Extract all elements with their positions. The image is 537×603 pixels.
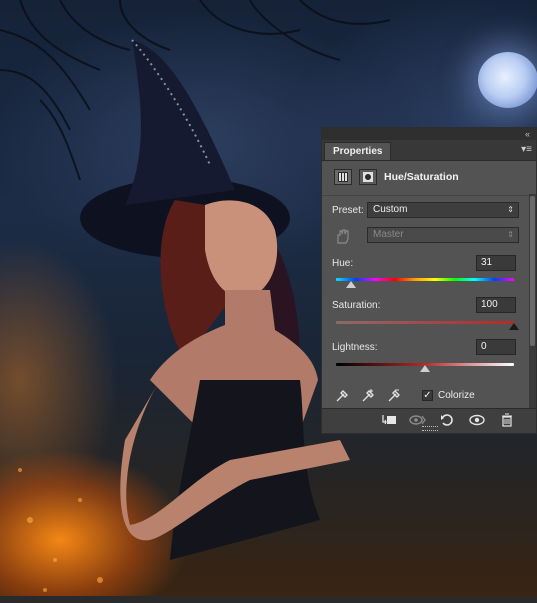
panel-scrollbar[interactable] (529, 194, 536, 410)
hue-slider-track[interactable] (336, 278, 514, 281)
mask-icon (363, 172, 373, 182)
collapse-panel-icon[interactable]: « (525, 128, 530, 140)
visibility-eye-icon (469, 414, 485, 426)
panel-menu-icon[interactable]: ▾≡ (521, 144, 532, 156)
dropdown-arrows-icon: ⇕ (507, 230, 514, 239)
hue-input[interactable]: 31 (476, 255, 516, 271)
dropdown-arrows-icon: ⇕ (507, 205, 514, 214)
layer-mask-button[interactable] (359, 169, 377, 185)
panel-footer (322, 408, 536, 433)
saturation-slider-thumb[interactable] (509, 323, 519, 330)
clip-to-layer-icon (382, 415, 396, 425)
adjustment-title: Hue/Saturation (384, 171, 459, 183)
hue-slider-thumb[interactable] (346, 281, 357, 288)
panel-resize-grip[interactable] (422, 426, 438, 431)
lightness-slider-thumb[interactable] (420, 365, 430, 372)
preset-label: Preset: (332, 205, 364, 216)
reset-button[interactable] (436, 413, 458, 429)
channel-dropdown[interactable]: Master ⇕ (367, 227, 519, 243)
preset-dropdown[interactable]: Custom ⇕ (367, 202, 519, 218)
eyedropper-minus-icon[interactable] (386, 388, 402, 404)
channel-value: Master (373, 229, 404, 240)
panel-title-bar[interactable]: « (322, 128, 536, 140)
saturation-input[interactable]: 100 (476, 297, 516, 313)
colorize-label: Colorize (438, 390, 475, 401)
view-previous-state-icon (409, 415, 426, 425)
visibility-toggle-button[interactable] (466, 413, 488, 429)
delete-adjustment-button[interactable] (496, 413, 518, 429)
saturation-label: Saturation: (332, 300, 381, 311)
moon (478, 52, 537, 108)
lightness-label: Lightness: (332, 342, 378, 353)
clip-to-layer-button[interactable] (378, 413, 400, 429)
adjustment-header: Hue/Saturation (322, 161, 536, 196)
properties-panel: « Properties ▾≡ Hue/Saturation Preset: C… (321, 127, 537, 434)
panel-scrollbar-thumb[interactable] (530, 196, 535, 346)
saturation-slider-track[interactable] (336, 321, 514, 324)
targeted-adjust-hand-icon[interactable] (334, 227, 352, 245)
reset-icon (441, 414, 453, 426)
eyedropper-plus-icon[interactable] (360, 388, 376, 404)
bottom-strip (0, 596, 537, 603)
eyedropper-icon[interactable] (334, 388, 350, 404)
preset-value: Custom (373, 204, 408, 215)
adjustment-layer-button[interactable] (334, 169, 352, 185)
trash-icon (502, 413, 512, 427)
tab-properties[interactable]: Properties (324, 142, 392, 160)
hue-label: Hue: (332, 258, 354, 269)
colorize-checkbox[interactable]: ✓ (422, 390, 433, 401)
witch-hat-cone (125, 40, 235, 205)
adjustment-layer-icon (338, 172, 348, 182)
eyedropper-tools-row: ✓ Colorize (322, 386, 537, 408)
lightness-input[interactable]: 0 (476, 339, 516, 355)
panel-tab-bar: Properties ▾≡ (322, 140, 536, 161)
